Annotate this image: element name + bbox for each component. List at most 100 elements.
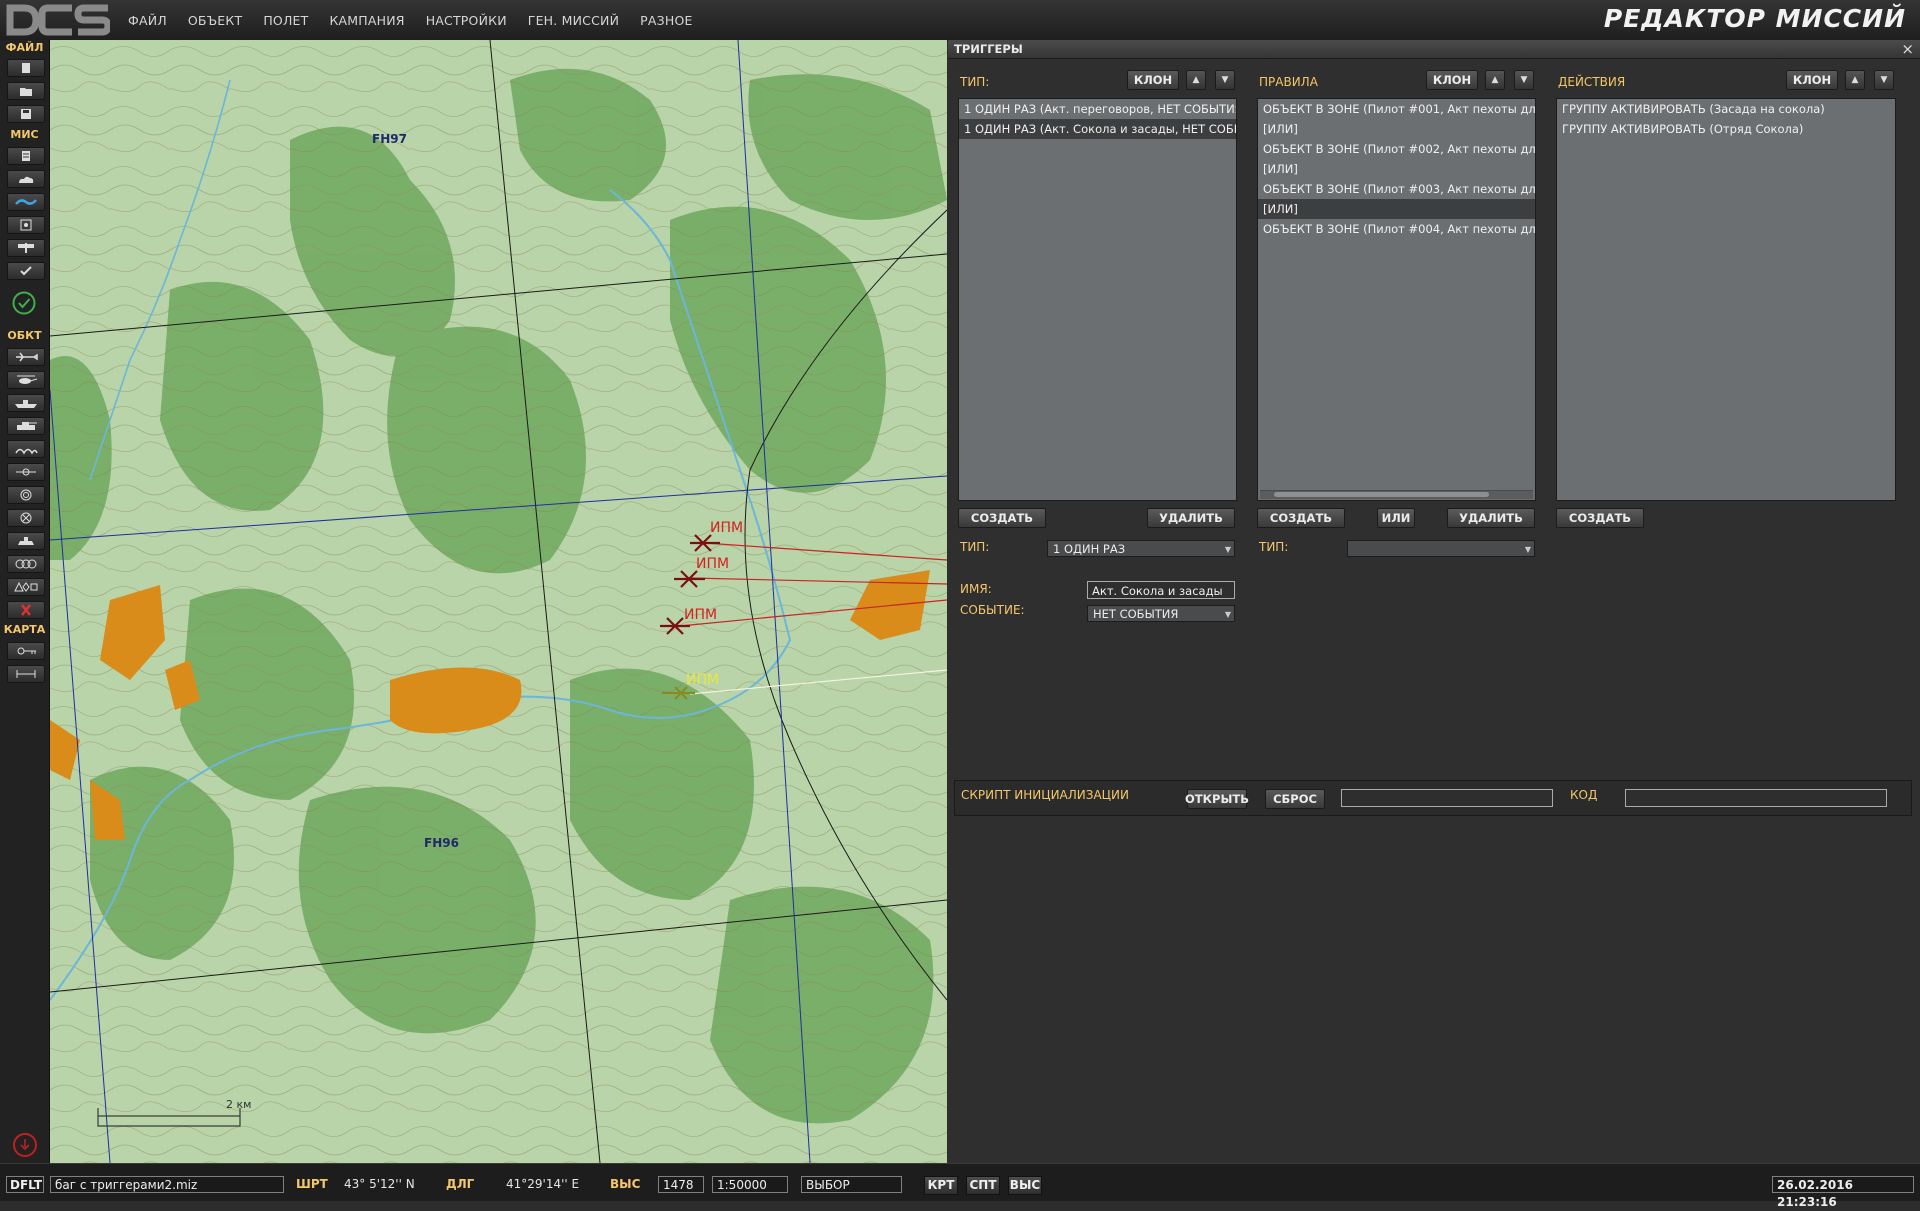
list-item[interactable]: ОБЪЕКТ В ЗОНЕ (Пилот #001, Акт пехоты дл… [1258, 99, 1535, 119]
satellite-view-button[interactable]: СПТ [966, 1176, 1000, 1195]
triggers-icon[interactable] [7, 193, 45, 211]
map-view[interactable]: FH97 FH96 ИПМ ИПМ ИПМ ИПМ 2 км [50, 40, 947, 1163]
trigger-type-select[interactable]: 1 ОДИН РАЗ ▼ [1047, 540, 1235, 557]
rules-horizontal-scrollbar[interactable] [1260, 490, 1533, 499]
list-item[interactable]: ОБЪЕКТ В ЗОНЕ (Пилот #004, Акт пехоты дл… [1258, 219, 1535, 239]
code-label: КОД [1570, 788, 1598, 802]
trigger-delete-button[interactable]: УДАЛИТЬ [1147, 508, 1235, 528]
altitude-value: 1478 [658, 1176, 704, 1193]
vehicle-icon[interactable] [7, 417, 45, 435]
airplane-icon[interactable] [7, 348, 45, 366]
menu-flight[interactable]: ПОЛЕТ [263, 13, 308, 28]
template-icon[interactable] [7, 463, 45, 481]
weather-icon[interactable] [7, 170, 45, 188]
menu-campaign[interactable]: КАМПАНИЯ [329, 13, 404, 28]
map-scale-field[interactable]: 1:50000 [712, 1176, 788, 1193]
waypoint-label[interactable]: ИПМ [684, 607, 717, 623]
rules-clone-button[interactable]: КЛОН [1426, 70, 1478, 90]
action-create-button[interactable]: СОЗДАТЬ [1556, 508, 1644, 528]
panel-title: ТРИГГЕРЫ [954, 42, 1023, 56]
top-menu-bar: ФАЙЛ ОБЪЕКТ ПОЛЕТ КАМПАНИЯ НАСТРОЙКИ ГЕН… [0, 0, 1920, 41]
rule-delete-button[interactable]: УДАЛИТЬ [1447, 508, 1535, 528]
menu-file[interactable]: ФАЙЛ [128, 13, 167, 28]
actions-clone-button[interactable]: КЛОН [1786, 70, 1838, 90]
check-icon[interactable] [7, 262, 45, 280]
init-code-field[interactable] [1625, 789, 1887, 807]
type-move-up-icon[interactable]: ▲ [1186, 70, 1206, 90]
menu-settings[interactable]: НАСТРОЙКИ [426, 13, 507, 28]
trigger-name-input[interactable]: Акт. Сокола и засады [1087, 581, 1235, 599]
waypoint-label[interactable]: ИПМ [696, 556, 729, 572]
type-clone-button[interactable]: КЛОН [1127, 70, 1179, 90]
latitude-value: 43° 5'12'' N [344, 1177, 415, 1191]
actions-list[interactable]: ГРУППУ АКТИВИРОВАТЬ (Засада на сокола) Г… [1556, 98, 1896, 501]
filename-field: баг с триггерами2.miz [50, 1176, 284, 1193]
rules-list[interactable]: ОБЪЕКТ В ЗОНЕ (Пилот #001, Акт пехоты дл… [1257, 98, 1536, 501]
coalition-field[interactable]: DFLT [6, 1176, 44, 1193]
init-script-reset-button[interactable]: СБРОС [1265, 789, 1325, 809]
menu-mission-generator[interactable]: ГЕН. МИССИЙ [528, 13, 619, 28]
key-icon[interactable] [7, 642, 45, 660]
save-file-icon[interactable] [7, 105, 45, 123]
trigger-event-label: СОБЫТИЕ: [960, 603, 1025, 617]
trigger-list[interactable]: 1 ОДИН РАЗ (Акт. переговоров, НЕТ СОБЫТИ… [958, 98, 1237, 501]
static-icon[interactable] [7, 440, 45, 458]
status-bar: DFLT баг с триггерами2.miz ШРТ 43° 5'12'… [0, 1163, 1920, 1209]
ruler-icon[interactable] [7, 665, 45, 683]
close-icon[interactable]: × [1901, 40, 1914, 58]
list-item[interactable]: 1 ОДИН РАЗ (Акт. переговоров, НЕТ СОБЫТИ… [959, 99, 1236, 119]
list-item-selected[interactable]: [ИЛИ] [1258, 199, 1535, 219]
trigger-event-value: НЕТ СОБЫТИЯ [1093, 607, 1179, 621]
shapes-icon[interactable] [7, 578, 45, 596]
rules-move-up-icon[interactable]: ▲ [1485, 70, 1505, 90]
list-item[interactable]: ОБЪЕКТ В ЗОНЕ (Пилот #002, Акт пехоты дл… [1258, 139, 1535, 159]
rules-move-down-icon[interactable]: ▼ [1514, 70, 1534, 90]
list-item[interactable]: [ИЛИ] [1258, 119, 1535, 139]
helicopter-icon[interactable] [7, 371, 45, 389]
menu-object[interactable]: ОБЪЕКТ [188, 13, 242, 28]
grid-label-fh97: FH97 [372, 132, 407, 146]
warehouse-icon[interactable] [7, 555, 45, 573]
rule-create-button[interactable]: СОЗДАТЬ [1257, 508, 1345, 528]
init-script-open-button[interactable]: ОТКРЫТЬ [1185, 789, 1249, 809]
list-item[interactable]: [ИЛИ] [1258, 159, 1535, 179]
list-item[interactable]: ГРУППУ АКТИВИРОВАТЬ (Засада на сокола) [1557, 99, 1895, 119]
actions-move-up-icon[interactable]: ▲ [1845, 70, 1865, 90]
list-item[interactable]: ОБЪЕКТ В ЗОНЕ (Пилот #003, Акт пехоты дл… [1258, 179, 1535, 199]
trigger-create-button[interactable]: СОЗДАТЬ [958, 508, 1046, 528]
type-move-down-icon[interactable]: ▼ [1215, 70, 1235, 90]
altitude-view-button[interactable]: ВЫС [1008, 1176, 1042, 1195]
goals-icon[interactable] [7, 239, 45, 257]
init-script-section: СКРИПТ ИНИЦИАЛИЗАЦИИ ОТКРЫТЬ СБРОС КОД [954, 780, 1912, 816]
left-toolbar: ФАЙЛ МИС ОБКТ КАРТА [0, 40, 50, 1163]
fortification-icon[interactable] [7, 532, 45, 550]
delete-icon[interactable] [7, 601, 45, 619]
list-item[interactable]: ГРУППУ АКТИВИРОВАТЬ (Отряд Сокола) [1557, 119, 1895, 139]
trigger-name-label: ИМЯ: [960, 582, 992, 596]
target-icon[interactable] [7, 486, 45, 504]
open-file-icon[interactable] [7, 82, 45, 100]
exclude-icon[interactable] [7, 509, 45, 527]
chevron-down-icon: ▼ [1524, 545, 1531, 554]
trigger-event-select[interactable]: НЕТ СОБЫТИЯ ▼ [1087, 605, 1235, 622]
zone-icon[interactable] [7, 216, 45, 234]
emergency-icon[interactable] [12, 1132, 38, 1158]
waypoint-label[interactable]: ИПМ [686, 672, 719, 688]
list-item-selected[interactable]: 1 ОДИН РАЗ (Акт. Сокола и засады, НЕТ СО… [959, 119, 1236, 139]
waypoint-label[interactable]: ИПМ [710, 520, 743, 536]
map-view-button[interactable]: КРТ [924, 1176, 958, 1195]
new-file-icon[interactable] [7, 59, 45, 77]
init-script-path-field[interactable] [1341, 789, 1553, 807]
grid-label-fh96: FH96 [424, 836, 459, 850]
init-script-label: СКРИПТ ИНИЦИАЛИЗАЦИИ [961, 788, 1129, 802]
triggers-panel: ТРИГГЕРЫ × ТИП: КЛОН ▲ ▼ 1 ОДИН РАЗ (Акт… [948, 40, 1920, 1163]
actions-move-down-icon[interactable]: ▼ [1874, 70, 1894, 90]
mission-check-ok-icon[interactable] [12, 291, 36, 315]
chevron-down-icon: ▼ [1224, 610, 1231, 619]
briefing-icon[interactable] [7, 147, 45, 165]
menu-misc[interactable]: РАЗНОЕ [640, 13, 692, 28]
chevron-down-icon: ▼ [1224, 545, 1231, 554]
rule-type-select[interactable]: ▼ [1347, 540, 1535, 557]
ship-icon[interactable] [7, 394, 45, 412]
rule-or-button[interactable]: ИЛИ [1377, 508, 1415, 528]
